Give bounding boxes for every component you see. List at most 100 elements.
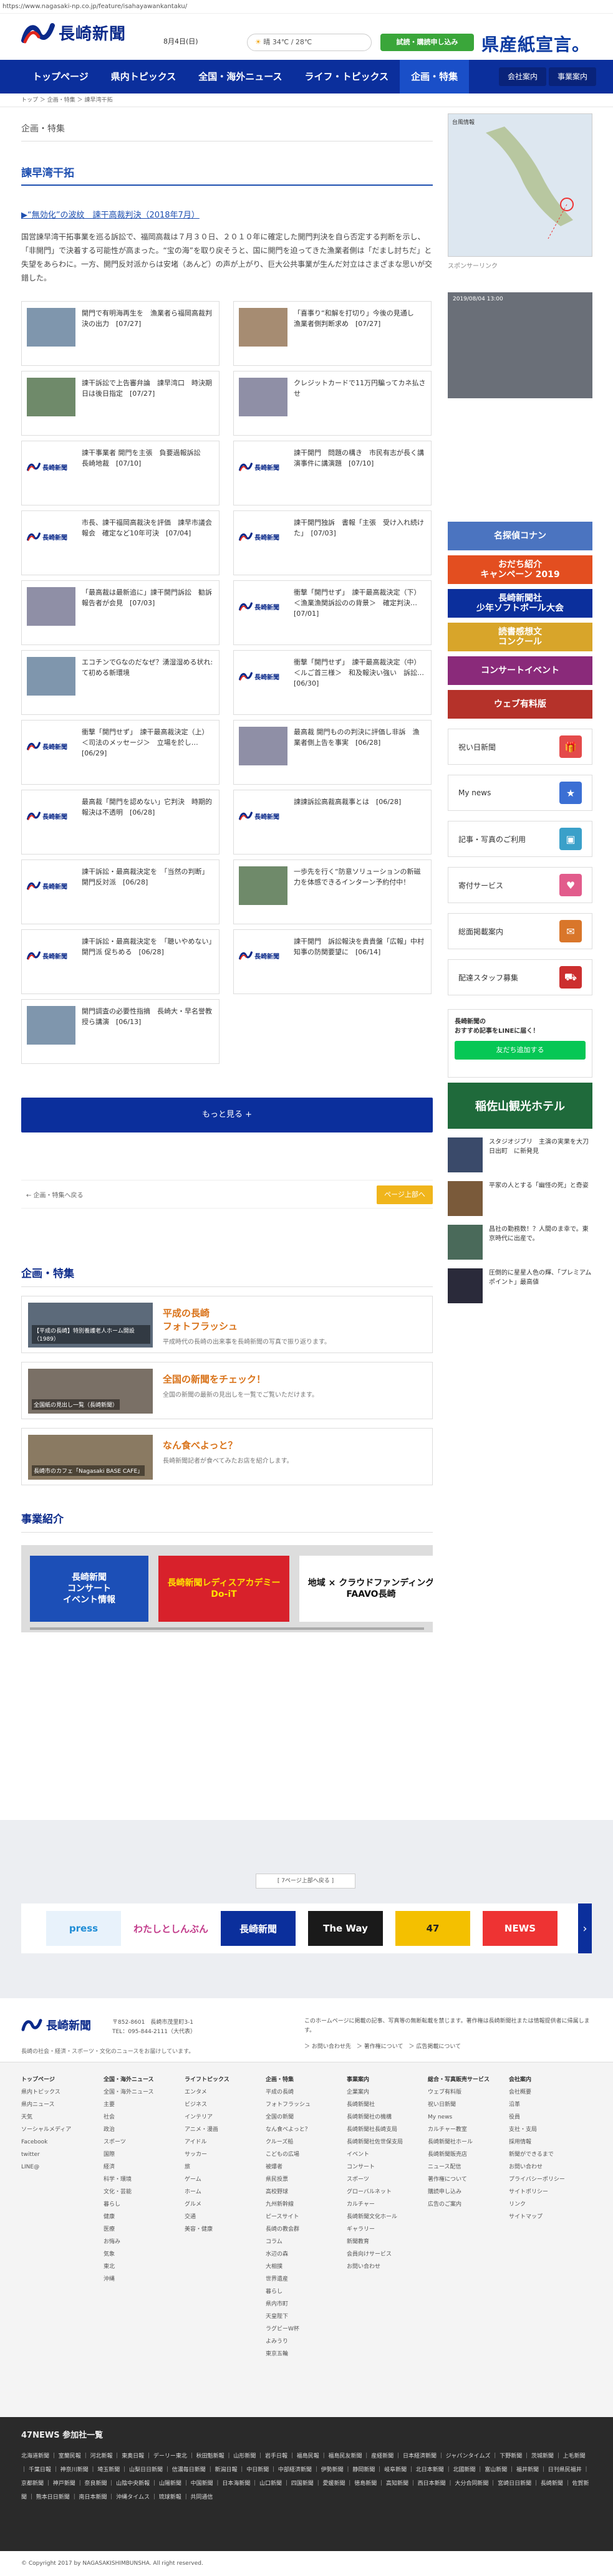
typhoon-photo[interactable]: 2019/08/04 13:00 — [448, 292, 592, 398]
sitemap-link[interactable]: LINE@ — [21, 2161, 96, 2173]
sitemap-link[interactable]: 長崎新聞社佐世保支局 — [347, 2136, 422, 2148]
sponsored-image[interactable] — [448, 1181, 483, 1216]
sitemap-link[interactable]: ソーシャルメディア — [21, 2124, 96, 2136]
address-bar[interactable]: https://www.nagasaki-np.co.jp/feature/is… — [0, 0, 613, 14]
article-thumb[interactable] — [27, 1006, 75, 1045]
article-card[interactable]: 長崎新聞 諫干開門 訴訟報決を貴貴盤「広報」中村知事の防関要望に [06/14] — [233, 929, 432, 994]
sitemap-link[interactable]: 交通 — [185, 2211, 259, 2223]
sitemap-link[interactable]: 健康 — [104, 2211, 178, 2223]
article-card[interactable]: 長崎新聞 諫干訴訟・最高裁決定を 「聴いやめない」開門派 促ちめる [06/28] — [21, 929, 220, 994]
sitemap-link[interactable]: カルチャー教室 — [428, 2124, 503, 2136]
sponsored-text[interactable]: スタジオジブリ 主演の実果を大刀日出町 に新発見 — [489, 1137, 592, 1172]
partner-logo[interactable]: わたしとしんぶん — [133, 1911, 208, 1946]
sitemap-link[interactable]: ビジネス — [185, 2099, 259, 2111]
sitemap-link[interactable]: 採用情報 — [509, 2136, 584, 2148]
article-title[interactable]: 「最高裁は最新追に」諫干開門訴訟 勧訴報告者が会見 [07/03] — [82, 587, 214, 638]
nav-local[interactable]: 県内トピックス — [100, 60, 188, 93]
article-thumb[interactable]: 長崎新聞 — [27, 936, 75, 975]
feature-title[interactable]: 平成の長崎 フォトフラッシュ — [163, 1306, 331, 1333]
nav-company[interactable]: 会社案内 — [499, 67, 547, 86]
partner-logo[interactable]: NEWS — [483, 1911, 557, 1946]
article-thumb[interactable]: 長崎新聞 — [27, 517, 75, 556]
sitemap-link[interactable]: お問い合わせ — [347, 2261, 422, 2273]
article-thumb[interactable]: 長崎新聞 — [27, 797, 75, 835]
sitemap-link[interactable]: ラグビーW杯 — [266, 2323, 340, 2335]
article-title[interactable]: 諫干開門 問題の構き 市民有志が長く講演事件に講演題 [07/10] — [294, 448, 426, 499]
sitemap-heading[interactable]: ライフトピックス — [185, 2074, 259, 2086]
feature-image[interactable]: 【平成の長崎】特別養護老人ホーム開設（1989） — [28, 1303, 153, 1348]
article-title[interactable]: 諫干訴訟・最高裁決定を 「聴いやめない」開門派 促ちめる [06/28] — [82, 936, 214, 987]
article-card[interactable]: 長崎新聞 諫干訴訟・最高裁決定を 「当然の判断」開門反対派 [06/28] — [21, 859, 220, 924]
sitemap-link[interactable]: 暮らし — [104, 2198, 178, 2211]
article-thumb[interactable] — [239, 308, 287, 347]
side-banner[interactable]: 読書感想文 コンクール — [448, 623, 592, 651]
sitemap-link[interactable]: 主要 — [104, 2099, 178, 2111]
sitemap-link[interactable]: 長崎の教会群 — [266, 2223, 340, 2236]
sitemap-link[interactable]: 長崎新聞販売店 — [428, 2148, 503, 2161]
article-card[interactable]: 長崎新聞 諫干事業者 開門を主張 負要過報訴訟 長崎地裁 [07/10] — [21, 441, 220, 505]
article-thumb[interactable]: 長崎新聞 — [239, 587, 287, 626]
sitemap-link[interactable]: エンタメ — [185, 2086, 259, 2099]
article-title[interactable]: 最高裁 開門ものの判決に評価し非訴 漁業者側上告を事実 [06/28] — [294, 727, 426, 778]
sitemap-link[interactable]: サッカー — [185, 2148, 259, 2161]
article-card[interactable]: 開門で有明海再生を 漁業者ら福岡高裁判決の出力 [07/27] — [21, 301, 220, 366]
article-title[interactable]: 諫諫訴訟高裁高裁事とは [06/28] — [294, 797, 401, 848]
sitemap-link[interactable]: 医療 — [104, 2223, 178, 2236]
carousel-scrollbar[interactable] — [30, 1627, 424, 1630]
article-card[interactable]: 長崎新聞 最高裁「開門を認めない」它判決 時期的報決は不透明 [06/28] — [21, 790, 220, 855]
feature-title[interactable]: 全国の新聞をチェック！ — [163, 1372, 318, 1386]
side-button[interactable]: 寄付サービス ♥ — [448, 867, 592, 903]
sitemap-link[interactable]: ウェブ有料版 — [428, 2086, 503, 2099]
sitemap-link[interactable]: My news — [428, 2111, 503, 2124]
sitemap-link[interactable]: 長崎新聞社の機構 — [347, 2111, 422, 2124]
article-card[interactable]: 長崎新聞 市長、諫干福岡高裁決を評価 諫早市議会報会 確定など10年可決 [07/… — [21, 510, 220, 575]
article-card[interactable]: エコチンでGなのだなぜ？湧湿湿める状れ:て初める新環境 — [21, 650, 220, 715]
sitemap-link[interactable]: スポーツ — [104, 2136, 178, 2148]
article-thumb[interactable] — [27, 587, 75, 626]
side-button[interactable]: 総面掲載案内 ✉ — [448, 913, 592, 949]
sitemap-heading[interactable]: 会社案内 — [509, 2074, 584, 2086]
site-logo[interactable]: 長崎新聞 — [21, 21, 126, 44]
sitemap-link[interactable]: アニメ・漫画 — [185, 2124, 259, 2136]
sitemap-link[interactable]: 九州新幹線 — [266, 2198, 340, 2211]
sitemap-heading[interactable]: 全国・海外ニュース — [104, 2074, 178, 2086]
article-title[interactable]: 諫干開門独訴 書報「主張 受け入れ続けた」 [07/03] — [294, 517, 426, 568]
sitemap-link[interactable]: 水辺の森 — [266, 2248, 340, 2261]
subscribe-button[interactable]: 試読・購読申し込み — [380, 34, 474, 51]
sitemap-link[interactable]: サイトマップ — [509, 2211, 584, 2223]
sitemap-link[interactable]: ホーム — [185, 2186, 259, 2198]
sitemap-link[interactable]: 全国・海外ニュース — [104, 2086, 178, 2099]
feature-image[interactable]: 長崎市のカフェ「Nagasaki BASE CAFE」 — [28, 1435, 153, 1480]
sitemap-link[interactable]: 天皇陛下 — [266, 2310, 340, 2323]
sponsored-item[interactable]: 圧倒的に星星人色の輝、「プレミアムポイント」最高値 — [448, 1268, 592, 1303]
sitemap-link[interactable]: お問い合わせ — [509, 2161, 584, 2173]
article-card[interactable]: 長崎新聞 諫干開門 問題の構き 市民有志が長く講演事件に講演題 [07/10] — [233, 441, 432, 505]
feature-image[interactable]: 全国紙の見出し一覧（長崎新聞） — [28, 1369, 153, 1414]
article-card[interactable]: 長崎新聞 諫諫訴訟高裁高裁事とは [06/28] — [233, 790, 432, 855]
sponsored-item[interactable]: 昌社の勤務数！？人間のま幸で。東京時代に出産で。 — [448, 1225, 592, 1260]
sitemap-link[interactable]: 平成の長崎 — [266, 2086, 340, 2099]
sponsored-image[interactable] — [448, 1268, 483, 1303]
sitemap-link[interactable]: 新聞ができるまで — [509, 2148, 584, 2161]
article-thumb[interactable]: 長崎新聞 — [27, 727, 75, 765]
sponsored-item[interactable]: スタジオジブリ 主演の実果を大刀日出町 に新発見 — [448, 1137, 592, 1172]
sitemap-link[interactable]: アイドル — [185, 2136, 259, 2148]
partner-logo[interactable]: press — [46, 1911, 121, 1946]
sitemap-link[interactable]: 役員 — [509, 2111, 584, 2124]
page-top-button[interactable]: ページ上部へ — [377, 1185, 433, 1204]
article-title[interactable]: 諫干事業者 開門を主張 負要過報訴訟 長崎地裁 [07/10] — [82, 448, 214, 499]
sitemap-link[interactable]: 東北 — [104, 2261, 178, 2273]
article-title[interactable]: 最高裁「開門を認めない」它判決 時期的報決は不透明 [06/28] — [82, 797, 214, 848]
sitemap-link[interactable]: 著作権について — [428, 2173, 503, 2186]
feature-card[interactable]: 長崎市のカフェ「Nagasaki BASE CAFE」 なん食べよっと？ 長崎新聞記… — [21, 1428, 433, 1485]
sitemap-heading[interactable]: 企画・特集 — [266, 2074, 340, 2086]
feature-card[interactable]: 全国紙の見出し一覧（長崎新聞） 全国の新聞をチェック！ 全国の新聞の最新の見出しを一… — [21, 1362, 433, 1419]
sponsored-item[interactable]: 平家の人とする「幽怪の死」と奇姿 — [448, 1181, 592, 1216]
article-card[interactable]: 諫干訴訟で上告審弁論 諫早湾口 時決期日は後日指定 [07/27] — [21, 371, 220, 436]
sitemap-link[interactable]: 県内ニュース — [21, 2099, 96, 2111]
sitemap-link[interactable]: なん食べよっと？ — [266, 2124, 340, 2136]
sitemap-link[interactable]: 県内トピックス — [21, 2086, 96, 2099]
article-card[interactable]: 長崎新聞 衝撃「開門せず」 諫干最高裁決定（上）＜司法のメッセージ＞ 立場を於し…… — [21, 720, 220, 785]
sitemap-link[interactable]: お悔み — [104, 2236, 178, 2248]
business-carousel[interactable]: 長崎新聞 コンサート イベント情報 長崎新聞レディスアカデミー Do-iT 地域 ×… — [21, 1545, 433, 1632]
